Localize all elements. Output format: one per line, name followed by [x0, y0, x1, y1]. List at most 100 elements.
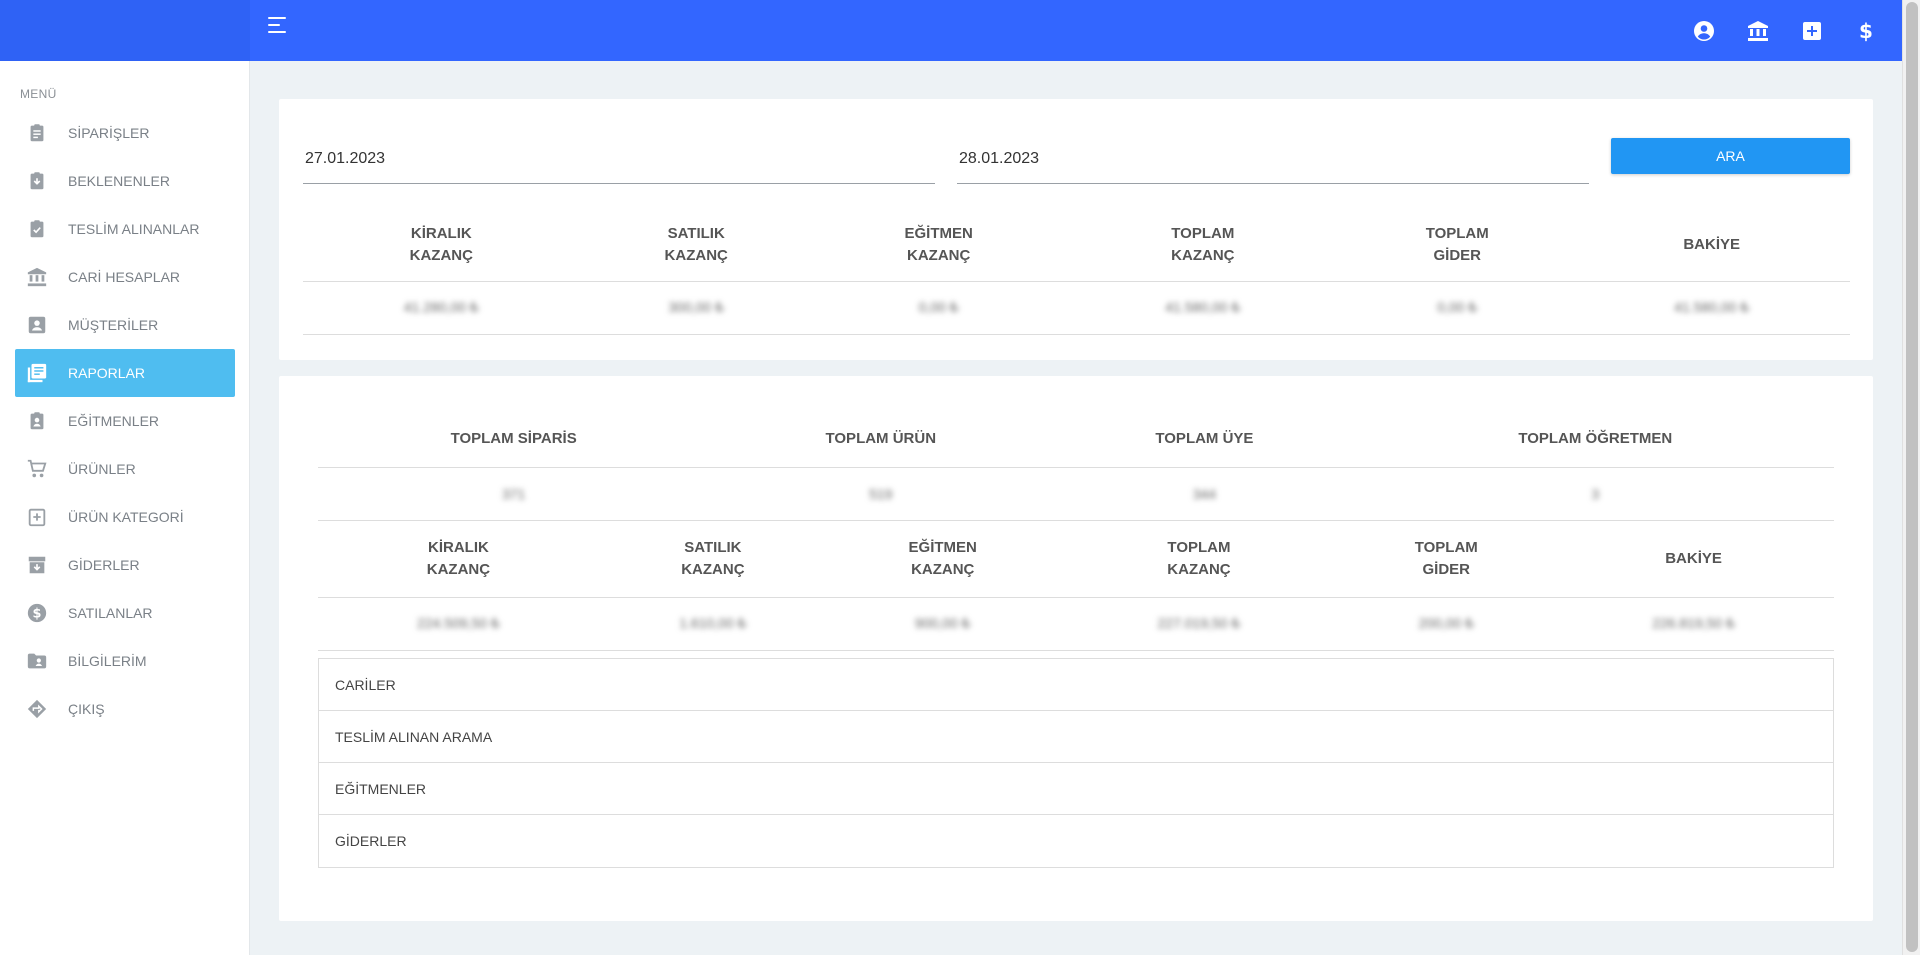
clipboard-check-icon — [25, 217, 49, 241]
accordion-item-tesli̇m-alinan-arama[interactable]: TESLİM ALINAN ARAMA — [319, 711, 1833, 763]
totals-header: TOPLAM ÖĞRETMEN — [1356, 412, 1834, 468]
overall-header-line: BAKİYE — [1665, 549, 1722, 567]
bank-icon — [25, 265, 49, 289]
summary-value: 41.580,00 ₺ — [1573, 281, 1850, 335]
date-report-card: 27.01.2023 28.01.2023 ARA KİRALIK KAZANÇ S… — [279, 99, 1873, 360]
overall-header: TOPLAM GİDER — [1339, 521, 1554, 598]
scrollbar-thumb[interactable] — [1906, 2, 1918, 952]
start-date-field[interactable]: 27.01.2023 — [303, 145, 935, 184]
summary-header-line: KAZANÇ — [664, 247, 728, 265]
totals-header: TOPLAM ÜYE — [1052, 412, 1357, 468]
overall-header: KİRALIK KAZANÇ — [318, 521, 599, 598]
sidebar-item-çikiş[interactable]: ÇIKIŞ — [15, 685, 235, 733]
overall-header-line: KİRALIK — [428, 538, 489, 556]
overall-header-line: SATILIK — [684, 538, 742, 556]
overall-header-line: EĞİTMEN — [908, 538, 977, 556]
sidebar-item-ürün-kategori̇[interactable]: ÜRÜN KATEGORİ — [15, 493, 235, 541]
sidebar-item-si̇pari̇şler[interactable]: SİPARİŞLER — [15, 109, 235, 157]
sidebar-item-label: BEKLENENLER — [68, 173, 170, 189]
sidebar-item-beklenenler[interactable]: BEKLENENLER — [15, 157, 235, 205]
summary-header-line: TOPLAM — [1425, 225, 1489, 243]
sidebar-item-eği̇tmenler[interactable]: EĞİTMENLER — [15, 397, 235, 445]
sidebar-item-tesli̇m-alinanlar[interactable]: TESLİM ALINANLAR — [15, 205, 235, 253]
overall-header-line: KAZANÇ — [911, 560, 975, 578]
summary-value: 41.580,00 ₺ — [1064, 281, 1342, 335]
accordion-item-eği̇tmenler[interactable]: EĞİTMENLER — [319, 763, 1833, 815]
menu-title: MENÜ — [20, 87, 57, 101]
overall-header: SATILIK KAZANÇ — [598, 521, 827, 598]
summary-value: 300,00 ₺ — [579, 281, 813, 335]
top-navbar: $ — [0, 0, 1902, 61]
overall-report-card: TOPLAM SİPARİS TOPLAM ÜRÜN TOPLAM ÜYE TOPLA… — [279, 376, 1873, 921]
overall-header-line: GİDER — [1422, 560, 1470, 578]
overall-value: 226.819,50 ₺ — [1553, 597, 1834, 651]
summary-value: 41.280,00 ₺ — [303, 281, 580, 335]
svg-text:$: $ — [33, 607, 42, 622]
overall-value: 900,00 ₺ — [826, 597, 1059, 651]
bank-icon[interactable] — [1746, 19, 1770, 43]
totals-value: 3 — [1356, 467, 1834, 521]
period-summary-table: KİRALIK KAZANÇ SATILIK KAZANÇ EĞİTMEN KAZANÇ T… — [303, 210, 1850, 335]
report-accordion: CARİLER TESLİM ALINAN ARAMA EĞİTMENLER GİDE… — [318, 658, 1834, 868]
summary-header-line: KAZANÇ — [1171, 247, 1235, 265]
overall-header-line: KAZANÇ — [426, 560, 491, 578]
sidebar-item-label: SATILANLAR — [68, 605, 153, 621]
sidebar-item-ürünler[interactable]: ÜRÜNLER — [15, 445, 235, 493]
accordion-item-gi̇derler[interactable]: GİDERLER — [319, 815, 1833, 867]
sidebar-item-cari̇-hesaplar[interactable]: CARİ HESAPLAR — [15, 253, 235, 301]
sidebar-item-label: MÜŞTERİLER — [68, 317, 159, 333]
add-box-icon[interactable] — [1800, 19, 1824, 43]
overall-summary-table: KİRALIK KAZANÇ SATILIK KAZANÇ EĞİTMEN KAZANÇ T… — [318, 521, 1834, 651]
sidebar-item-bi̇lgi̇leri̇m[interactable]: BİLGİLERİM — [15, 637, 235, 685]
overall-header: BAKİYE — [1553, 521, 1834, 598]
summary-header-line: KİRALIK — [410, 225, 472, 243]
totals-value: 371 — [318, 467, 710, 521]
contact-card-icon — [25, 313, 49, 337]
library-books-icon — [25, 361, 49, 385]
search-button[interactable]: ARA — [1611, 138, 1850, 174]
accordion-item-cari̇ler[interactable]: CARİLER — [319, 659, 1833, 711]
summary-header-line: TOPLAM — [1171, 225, 1235, 243]
add-category-icon — [25, 505, 49, 529]
sidebar-item-müşteri̇ler[interactable]: MÜŞTERİLER — [15, 301, 235, 349]
account-circle-icon[interactable] — [1692, 19, 1716, 43]
sidebar-item-label: EĞİTMENLER — [68, 413, 160, 429]
summary-value: 0,00 ₺ — [812, 281, 1065, 335]
sidebar-item-satilanlar[interactable]: $ SATILANLAR — [15, 589, 235, 637]
totals-value: 344 — [1052, 467, 1357, 521]
cart-icon — [25, 457, 49, 481]
dollar-icon[interactable]: $ — [1854, 19, 1878, 43]
overall-header-line: TOPLAM — [1167, 538, 1231, 556]
exit-sign-icon — [25, 697, 49, 721]
summary-header: BAKİYE — [1573, 210, 1850, 282]
overall-value: 1.610,00 ₺ — [598, 597, 827, 651]
summary-header: EĞİTMEN KAZANÇ — [812, 210, 1065, 282]
overall-header-line: KAZANÇ — [1167, 560, 1231, 578]
overall-header: EĞİTMEN KAZANÇ — [826, 521, 1059, 598]
sidebar-item-raporlar[interactable]: RAPORLAR — [15, 349, 235, 397]
sidebar-item-label: ÜRÜN KATEGORİ — [68, 509, 184, 525]
summary-header-line: GİDER — [1433, 247, 1481, 265]
summary-header-line: EĞİTMEN — [904, 225, 973, 243]
overall-header: TOPLAM KAZANÇ — [1058, 521, 1340, 598]
clipboard-account-icon — [25, 409, 49, 433]
sidebar-item-label: GİDERLER — [68, 557, 140, 573]
overall-header-line: KAZANÇ — [681, 560, 745, 578]
clipboard-arrow-down-icon — [25, 169, 49, 193]
sidebar-item-label: BİLGİLERİM — [68, 653, 147, 669]
menu-icon[interactable] — [268, 17, 292, 39]
totals-table: TOPLAM SİPARİS TOPLAM ÜRÜN TOPLAM ÜYE TOPLA… — [318, 412, 1834, 521]
end-date-field[interactable]: 28.01.2023 — [957, 145, 1589, 184]
overall-value: 227.019,50 ₺ — [1058, 597, 1340, 651]
summary-header: SATILIK KAZANÇ — [579, 210, 813, 282]
summary-header-line: BAKİYE — [1683, 236, 1741, 254]
page-scrollbar[interactable] — [1902, 0, 1920, 955]
svg-text:$: $ — [1859, 19, 1873, 43]
totals-value: 519 — [709, 467, 1053, 521]
summary-header: KİRALIK KAZANÇ — [303, 210, 580, 282]
sidebar-item-gi̇derler[interactable]: GİDERLER — [15, 541, 235, 589]
totals-header: TOPLAM SİPARİS — [318, 412, 710, 468]
sidebar-item-label: RAPORLAR — [68, 365, 146, 381]
sidebar-item-label: CARİ HESAPLAR — [68, 269, 181, 285]
archive-arrow-icon — [25, 553, 49, 577]
